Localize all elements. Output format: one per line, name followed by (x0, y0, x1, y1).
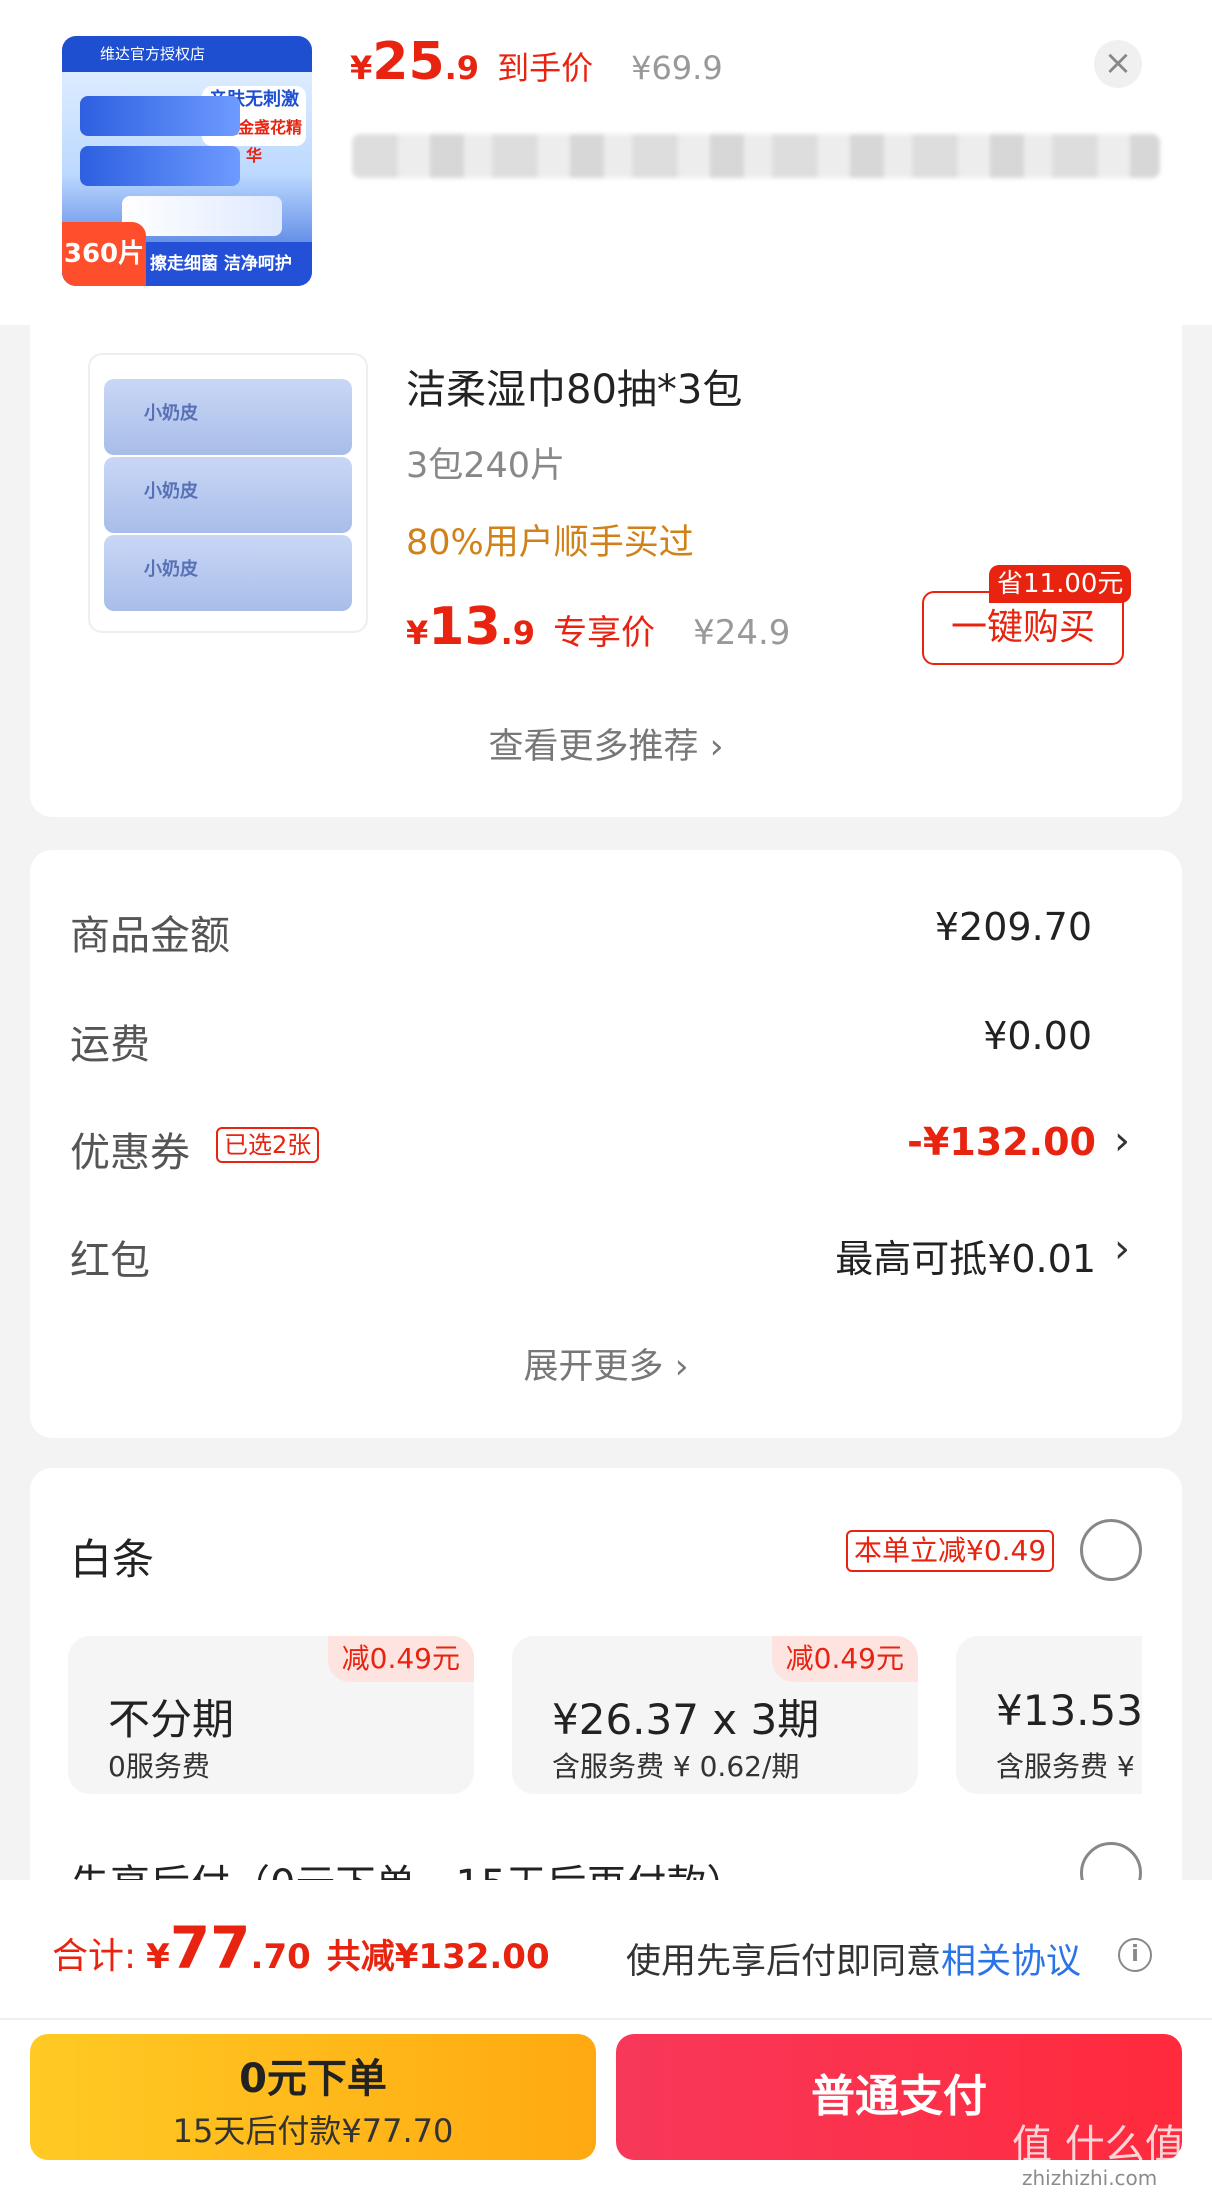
shop-name: 维达官方授权店 (62, 36, 312, 72)
plan-title: 不分期 (108, 1695, 235, 1744)
plan-fee: 含服务费 ¥ 0.62/期 (552, 1750, 800, 1783)
installment-plan[interactable]: 减0.49元 不分期 0服务费 (68, 1636, 474, 1794)
wipes-pack-icon (80, 146, 240, 186)
agreement-text: 使用先享后付即同意相关协议 (626, 1942, 1082, 1982)
image-count-badge: 360片 (62, 222, 146, 286)
recommended-product-hint: 80%用户顺手买过 (406, 523, 694, 563)
close-button[interactable]: × (1094, 40, 1142, 88)
installment-plan[interactable]: 减0.49元 ¥26.37 x 3期 含服务费 ¥ 0.62/期 (512, 1636, 918, 1794)
subtotal-label: 商品金额 (70, 913, 230, 959)
footer-divider (0, 2018, 1212, 2020)
expand-more-link[interactable]: 展开更多 › (0, 1338, 1212, 1389)
watermark-url: zhizhizhi.com (1022, 2166, 1158, 2190)
total-label: 合计: (52, 1936, 137, 1977)
wipes-pack-icon: 小奶皮 (104, 457, 352, 533)
info-icon[interactable]: i (1118, 1938, 1152, 1972)
wipes-pack-icon (122, 196, 282, 236)
exclusive-price-label: 专享价 (553, 613, 656, 653)
more-recommendations-link[interactable]: 查看更多推荐 › (0, 718, 1212, 769)
blurred-product-title (352, 134, 1160, 178)
baitiao-discount-badge: 本单立减¥0.49 (846, 1530, 1055, 1572)
installment-plan[interactable]: ¥13.53 x 含服务费 ¥ (956, 1636, 1142, 1794)
coupon-selected-badge: 已选2张 (216, 1127, 320, 1163)
installment-plans: 减0.49元 不分期 0服务费 减0.49元 ¥26.37 x 3期 含服务费 … (68, 1636, 1142, 1796)
wipes-pack-icon: 小奶皮 (104, 379, 352, 455)
final-price-label: 到手价 (497, 49, 594, 87)
plan-fee: 0服务费 (108, 1750, 210, 1783)
red-packet-chevron-right-icon[interactable]: › (1114, 1226, 1130, 1272)
original-price: ¥69.9 (631, 49, 723, 87)
popup-product-image: 维达官方授权店 亲肤无刺激 天然金盏花精华 擦走细菌 洁净呵护 360片 (62, 36, 312, 286)
red-packet-label[interactable]: 红包 (70, 1228, 150, 1286)
wipes-pack-icon (80, 96, 240, 136)
coupon-value[interactable]: -¥132.00 (907, 1120, 1096, 1164)
coupon-chevron-right-icon[interactable]: › (1114, 1118, 1130, 1164)
coupon-label[interactable]: 优惠券 (70, 1120, 190, 1178)
subtotal-value: ¥209.70 (934, 905, 1092, 949)
red-packet-value[interactable]: 最高可抵¥0.01 (835, 1228, 1096, 1283)
baitiao-radio[interactable] (1080, 1519, 1142, 1581)
plan-title: ¥26.37 x 3期 (552, 1695, 820, 1744)
save-amount-badge: 省11.00元 (989, 565, 1132, 603)
agreement-link[interactable]: 相关协议 (941, 1942, 1081, 1982)
recommended-product-image[interactable]: 小奶皮 小奶皮 小奶皮 (88, 353, 368, 633)
recommended-product-spec: 3包240片 (406, 446, 566, 486)
order-total: 合计: ¥ 77 .70 共减¥132.00 (52, 1914, 550, 1982)
original-price: ¥24.9 (693, 613, 791, 653)
baitiao-title: 白条 (70, 1535, 155, 1584)
plan-discount-tag: 减0.49元 (771, 1636, 918, 1682)
plan-title: ¥13.53 x (996, 1686, 1142, 1735)
close-icon: × (1103, 43, 1133, 83)
wipes-pack-icon: 小奶皮 (104, 535, 352, 611)
recommended-product-title[interactable]: 洁柔湿巾80抽*3包 (406, 357, 742, 415)
total-saved: 共减¥132.00 (326, 1937, 550, 1977)
bnpl-order-button[interactable]: 0元下单 15天后付款¥77.70 (30, 2034, 596, 2160)
shipping-value: ¥0.00 (983, 1014, 1092, 1058)
plan-discount-tag: 减0.49元 (327, 1636, 474, 1682)
plan-fee: 含服务费 ¥ (996, 1750, 1135, 1783)
recommended-product-price: ¥ 13 .9 专享价 ¥24.9 (406, 597, 791, 657)
popup-price: ¥ 25 .9 到手价 ¥69.9 (350, 32, 723, 92)
shipping-label: 运费 (70, 1022, 150, 1068)
